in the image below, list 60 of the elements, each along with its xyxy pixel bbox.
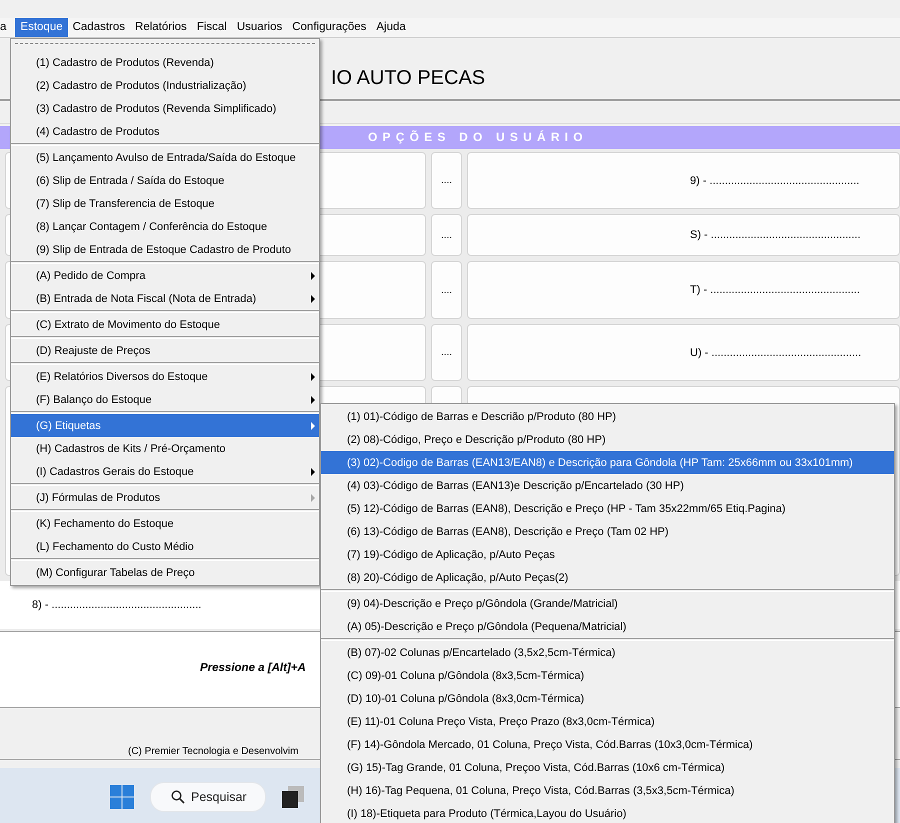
menu-item[interactable]: (1) Cadastro de Produtos (Revenda) — [11, 51, 319, 74]
menu-bar-item[interactable]: Usuarios — [232, 18, 288, 37]
menu-item[interactable]: (8) Lançar Contagem / Conferência do Estoque — [11, 215, 319, 238]
menu-item[interactable]: (D) 10)-01 Coluna p/Gôndola (8x3,0cm-Térmica) — [321, 687, 894, 710]
option-button[interactable]: .... — [431, 214, 462, 256]
shortcut-hint: Pressione a [Alt]+A — [200, 662, 306, 674]
option-label: U) - ................................................. — [467, 324, 900, 381]
windows-logo-icon[interactable] — [110, 785, 134, 809]
menu-item[interactable]: (3) 02)-Codigo de Barras (EAN13/EAN8) e Descrição para Gôndola (HP Tam: 25x66mm ou 33x101mm) — [321, 451, 894, 474]
option-button[interactable]: .... — [431, 324, 462, 381]
menu-item[interactable]: (G) Etiquetas — [11, 414, 319, 437]
menu-item[interactable]: (7) 19)-Código de Aplicação, p/Auto Peças — [321, 543, 894, 566]
menu-bar-item[interactable]: Fiscal — [192, 18, 232, 37]
menu-item[interactable]: (7) Slip de Transferencia de Estoque — [11, 192, 319, 215]
menu-item[interactable]: (9) Slip de Entrada de Estoque Cadastro de Produto — [11, 238, 319, 261]
menu-item[interactable]: (C) 09)-01 Coluna p/Gôndola (8x3,5cm-Térmica) — [321, 664, 894, 687]
menu-item[interactable]: (6) 13)-Código de Barras (EAN8), Descrição e Preço (Tam 02 HP) — [321, 520, 894, 543]
menu-item[interactable]: (E) 11)-01 Coluna Preço Vista, Preço Prazo (8x3,0cm-Térmica) — [321, 710, 894, 733]
menu-item[interactable]: (B) Entrada de Nota Fiscal (Nota de Entrada) — [11, 287, 319, 310]
menu-item[interactable]: (4) 03)-Código de Barras (EAN13)e Descrição p/Encartelado (30 HP) — [321, 474, 894, 497]
stacked-windows-icon[interactable] — [282, 786, 304, 808]
search-icon — [171, 790, 185, 804]
menu-item[interactable]: (1) 01)-Código de Barras e Descrião p/Produto (80 HP) — [321, 405, 894, 428]
menu-item[interactable]: (2) 08)-Código, Preço e Descrição p/Produto (80 HP) — [321, 428, 894, 451]
menu-item[interactable]: (K) Fechamento do Estoque — [11, 512, 319, 535]
copyright-text: (C) Premier Tecnologia e Desenvolvim — [128, 746, 298, 757]
option-label: T) - ................................................. — [467, 261, 900, 319]
menu-item[interactable]: (G) 15)-Tag Grande, 01 Coluna, Preçoo Vista, Cód.Barras (10x6 cm-Térmica) — [321, 756, 894, 779]
option-button[interactable]: .... — [431, 261, 462, 319]
menu-item[interactable]: (A) Pedido de Compra — [11, 264, 319, 287]
menu-item[interactable]: (5) Lançamento Avulso de Entrada/Saída do Estoque — [11, 146, 319, 169]
menu-item[interactable]: (6) Slip de Entrada / Saída do Estoque — [11, 169, 319, 192]
menu-item[interactable]: (H) 16)-Tag Pequena, 01 Coluna, Preço Vista, Cód.Barras (3,5x3,5cm-Térmica) — [321, 779, 894, 802]
company-title: IO AUTO PECAS — [331, 67, 486, 89]
menu-item[interactable]: (M) Configurar Tabelas de Preço — [11, 561, 319, 584]
menu-item[interactable]: (C) Extrato de Movimento do Estoque — [11, 313, 319, 336]
menu-bar-item[interactable]: a — [0, 18, 16, 37]
menu-item[interactable]: (L) Fechamento do Custo Médio — [11, 535, 319, 558]
menu-item[interactable]: (B) 07)-02 Colunas p/Encartelado (3,5x2,5cm-Térmica) — [321, 641, 894, 664]
menu-item[interactable]: (F) Balanço do Estoque — [11, 388, 319, 411]
option-button[interactable]: .... — [431, 152, 462, 209]
menu-bar-item[interactable]: Cadastros — [68, 18, 130, 37]
menu-item[interactable]: (3) Cadastro de Produtos (Revenda Simplificado) — [11, 97, 319, 120]
menu-item[interactable]: (9) 04)-Descrição e Preço p/Gôndola (Grande/Matricial) — [321, 592, 894, 615]
option-label: S) - ................................................. — [467, 214, 900, 256]
menu-item[interactable]: (5) 12)-Código de Barras (EAN8), Descrição e Preço (HP - Tam 35x22mm/65 Etiq.Pagina) — [321, 497, 894, 520]
menu-bar-item[interactable]: Relatórios — [130, 18, 192, 37]
taskbar-search[interactable]: Pesquisar — [150, 782, 266, 812]
menu-item[interactable]: (E) Relatórios Diversos do Estoque — [11, 365, 319, 388]
menu-item[interactable]: (H) Cadastros de Kits / Pré-Orçamento — [11, 437, 319, 460]
menu-item[interactable]: (2) Cadastro de Produtos (Industrialização) — [11, 74, 319, 97]
menu-item[interactable]: (J) Fórmulas de Produtos — [11, 486, 319, 509]
menu-bar-item[interactable]: Configurações — [287, 18, 372, 37]
menu-bar-item[interactable]: Ajuda — [371, 18, 411, 37]
menu-item[interactable]: (I) Cadastros Gerais do Estoque — [11, 460, 319, 483]
option-label: 9) - ................................................. — [467, 152, 900, 209]
menu-item[interactable]: (F) 14)-Gôndola Mercado, 01 Coluna, Preço Vista, Cód.Barras (10x3,0cm-Térmica) — [321, 733, 894, 756]
menu-bar-item[interactable]: Estoque — [15, 18, 68, 37]
menu-item[interactable]: (D) Reajuste de Preços — [11, 339, 319, 362]
menu-item[interactable]: (I) 18)-Etiqueta para Produto (Térmica,Layou do Usuário) — [321, 802, 894, 823]
